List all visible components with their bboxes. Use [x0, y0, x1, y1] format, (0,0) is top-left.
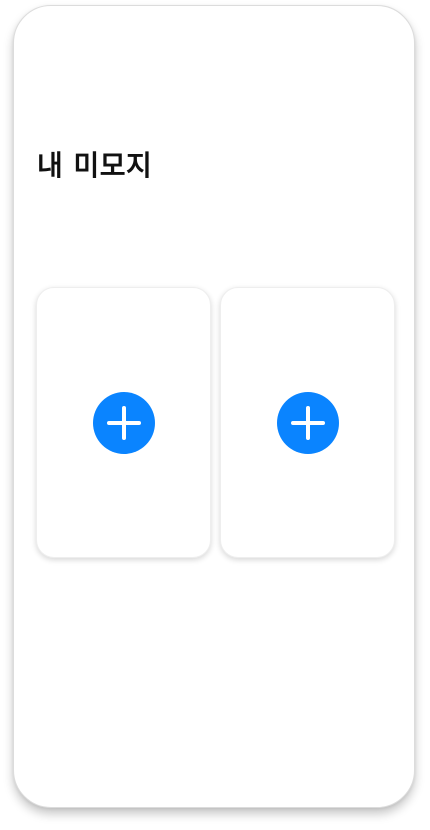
add-memoji-card-1[interactable]: [36, 287, 211, 558]
add-memoji-card-2[interactable]: [220, 287, 395, 558]
page-title: 내 미모지: [37, 149, 153, 182]
plus-circle-icon[interactable]: [276, 391, 339, 454]
phone-frame: 내 미모지: [13, 5, 415, 808]
plus-circle-icon[interactable]: [92, 391, 155, 454]
